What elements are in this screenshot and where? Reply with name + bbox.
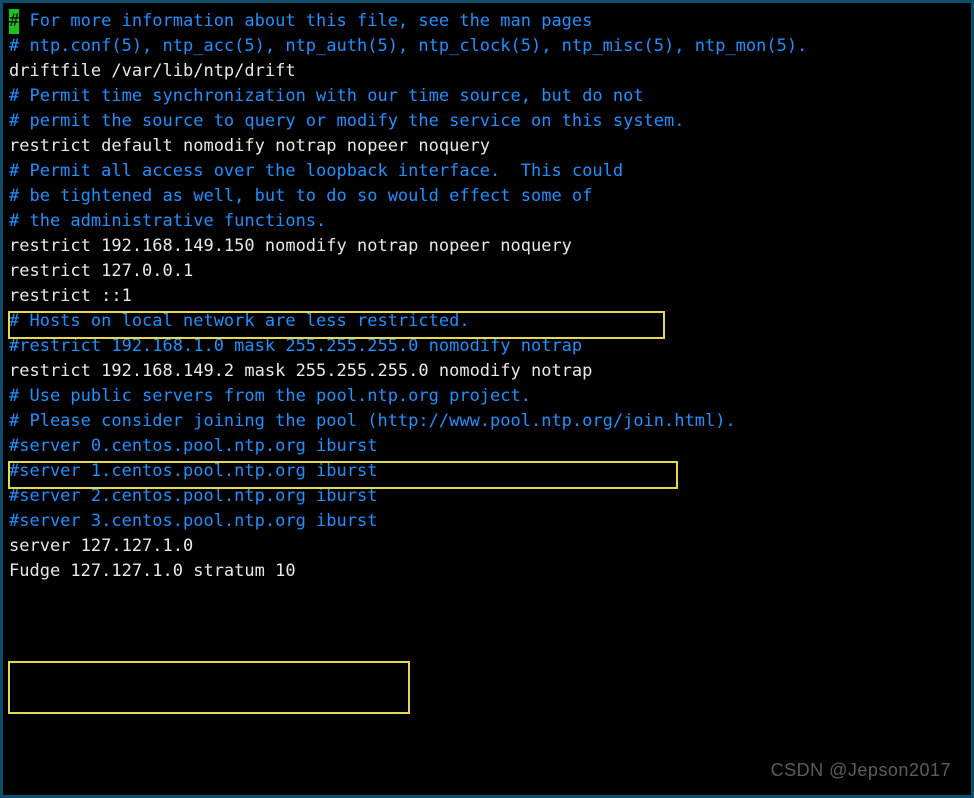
config-line[interactable]: # Permit all access over the loopback in… (9, 159, 965, 184)
cursor: # (9, 9, 19, 34)
terminal-editor[interactable]: # For more information about this file, … (0, 0, 974, 798)
config-line[interactable]: # Please consider joining the pool (http… (9, 409, 965, 434)
config-line[interactable]: restrict default nomodify notrap nopeer … (9, 134, 965, 159)
config-line[interactable]: restrict 192.168.149.150 nomodify notrap… (9, 234, 965, 259)
config-line[interactable]: restrict ::1 (9, 284, 965, 309)
config-line[interactable]: server 127.127.1.0 (9, 534, 965, 559)
config-line[interactable]: #server 3.centos.pool.ntp.org iburst (9, 509, 965, 534)
config-line[interactable]: # Hosts on local network are less restri… (9, 309, 965, 334)
config-line[interactable]: # For more information about this file, … (9, 9, 965, 34)
config-line[interactable]: restrict 192.168.149.2 mask 255.255.255.… (9, 359, 965, 384)
watermark-text: CSDN @Jepson2017 (771, 758, 951, 783)
config-line[interactable]: # Permit time synchronization with our t… (9, 84, 965, 109)
config-line[interactable]: #server 1.centos.pool.ntp.org iburst (9, 459, 965, 484)
box-server-local (8, 661, 410, 714)
config-line[interactable]: # be tightened as well, but to do so wou… (9, 184, 965, 209)
config-line[interactable]: # the administrative functions. (9, 209, 965, 234)
config-file-content[interactable]: # For more information about this file, … (9, 9, 965, 584)
config-line[interactable]: driftfile /var/lib/ntp/drift (9, 59, 965, 84)
config-line[interactable]: #server 0.centos.pool.ntp.org iburst (9, 434, 965, 459)
config-line[interactable]: #server 2.centos.pool.ntp.org iburst (9, 484, 965, 509)
config-line[interactable]: # ntp.conf(5), ntp_acc(5), ntp_auth(5), … (9, 34, 965, 59)
config-line[interactable]: # Use public servers from the pool.ntp.o… (9, 384, 965, 409)
config-line[interactable]: restrict 127.0.0.1 (9, 259, 965, 284)
config-line[interactable]: Fudge 127.127.1.0 stratum 10 (9, 559, 965, 584)
config-line[interactable]: # permit the source to query or modify t… (9, 109, 965, 134)
config-line[interactable]: #restrict 192.168.1.0 mask 255.255.255.0… (9, 334, 965, 359)
